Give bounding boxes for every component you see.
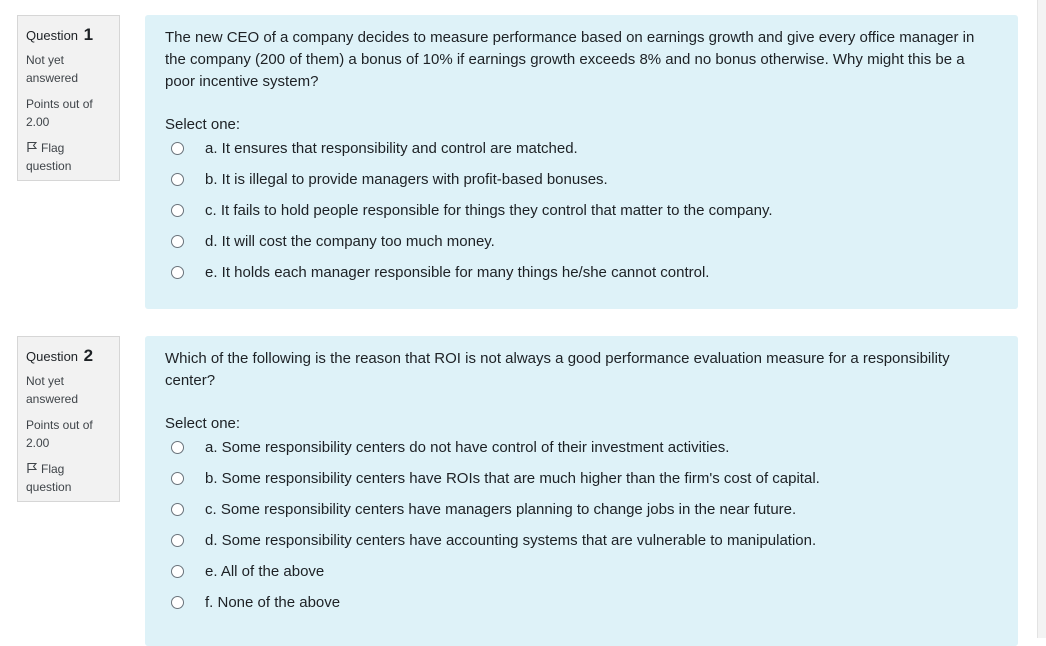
page-scrollbar[interactable]	[1037, 0, 1046, 638]
question-content: Which of the following is the reason tha…	[145, 336, 1018, 646]
question-grade: Points out of 2.00	[26, 418, 93, 450]
question-label-row: Question 2	[26, 346, 111, 366]
question-info: Question 2 Not yet answered Points out o…	[17, 336, 120, 502]
radio-icon[interactable]	[171, 565, 184, 578]
question-label: Question	[26, 28, 79, 43]
answer-option-b[interactable]: b. It is illegal to provide managers wit…	[165, 170, 998, 201]
radio-icon[interactable]	[171, 204, 184, 217]
answer-option-d[interactable]: d. Some responsibility centers have acco…	[165, 531, 998, 562]
answer-label: e. It holds each manager responsible for…	[205, 264, 710, 281]
question-text: The new CEO of a company decides to meas…	[165, 29, 975, 90]
answer-option-d[interactable]: d. It will cost the company too much mon…	[165, 232, 998, 263]
answer-label: f. None of the above	[205, 594, 341, 611]
answer-option-a[interactable]: a. It ensures that responsibility and co…	[165, 139, 998, 170]
radio-icon[interactable]	[171, 173, 184, 186]
answer-option-e[interactable]: e. All of the above	[165, 562, 998, 593]
radio-icon[interactable]	[171, 142, 184, 155]
answer-option-f[interactable]: f. None of the above	[165, 593, 998, 624]
question-info: Question 1 Not yet answered Points out o…	[17, 15, 120, 181]
answer-option-b[interactable]: b. Some responsibility centers have ROIs…	[165, 469, 998, 500]
radio-icon[interactable]	[171, 503, 184, 516]
radio-icon[interactable]	[171, 266, 184, 279]
answer-label: b. It is illegal to provide managers wit…	[205, 171, 608, 188]
question-number: 1	[83, 25, 94, 44]
radio-icon[interactable]	[171, 534, 184, 547]
answer-label: d. Some responsibility centers have acco…	[205, 532, 817, 549]
flag-question-button[interactable]: Flag question	[26, 460, 111, 496]
question-state: Not yet answered	[26, 374, 79, 406]
answer-label: e. All of the above	[205, 563, 325, 580]
question-number: 2	[83, 346, 94, 365]
answer-option-c[interactable]: c. It fails to hold people responsible f…	[165, 201, 998, 232]
answer-option-c[interactable]: c. Some responsibility centers have mana…	[165, 500, 998, 531]
answer-label: d. It will cost the company too much mon…	[205, 233, 495, 250]
radio-icon[interactable]	[171, 596, 184, 609]
answer-option-e[interactable]: e. It holds each manager responsible for…	[165, 263, 998, 294]
answer-label: b. Some responsibility centers have ROIs…	[205, 470, 820, 487]
question-label-row: Question 1	[26, 25, 111, 45]
answer-option-a[interactable]: a. Some responsibility centers do not ha…	[165, 438, 998, 469]
question-content: The new CEO of a company decides to meas…	[145, 15, 1018, 309]
question-text: Which of the following is the reason tha…	[165, 350, 950, 389]
answer-list: a. Some responsibility centers do not ha…	[165, 438, 998, 624]
answer-label: c. It fails to hold people responsible f…	[205, 202, 773, 219]
answer-label: c. Some responsibility centers have mana…	[205, 501, 797, 518]
radio-icon[interactable]	[171, 235, 184, 248]
flag-question-button[interactable]: Flag question	[26, 139, 111, 175]
answer-label: a. It ensures that responsibility and co…	[205, 140, 578, 157]
flag-icon	[27, 142, 38, 152]
select-one-prompt: Select one:	[165, 415, 241, 432]
select-one-prompt: Select one:	[165, 116, 241, 133]
answer-list: a. It ensures that responsibility and co…	[165, 139, 998, 294]
flag-icon	[27, 463, 38, 473]
question-grade: Points out of 2.00	[26, 97, 93, 129]
radio-icon[interactable]	[171, 472, 184, 485]
question-label: Question	[26, 349, 79, 364]
answer-label: a. Some responsibility centers do not ha…	[205, 439, 730, 456]
radio-icon[interactable]	[171, 441, 184, 454]
question-state: Not yet answered	[26, 53, 79, 85]
